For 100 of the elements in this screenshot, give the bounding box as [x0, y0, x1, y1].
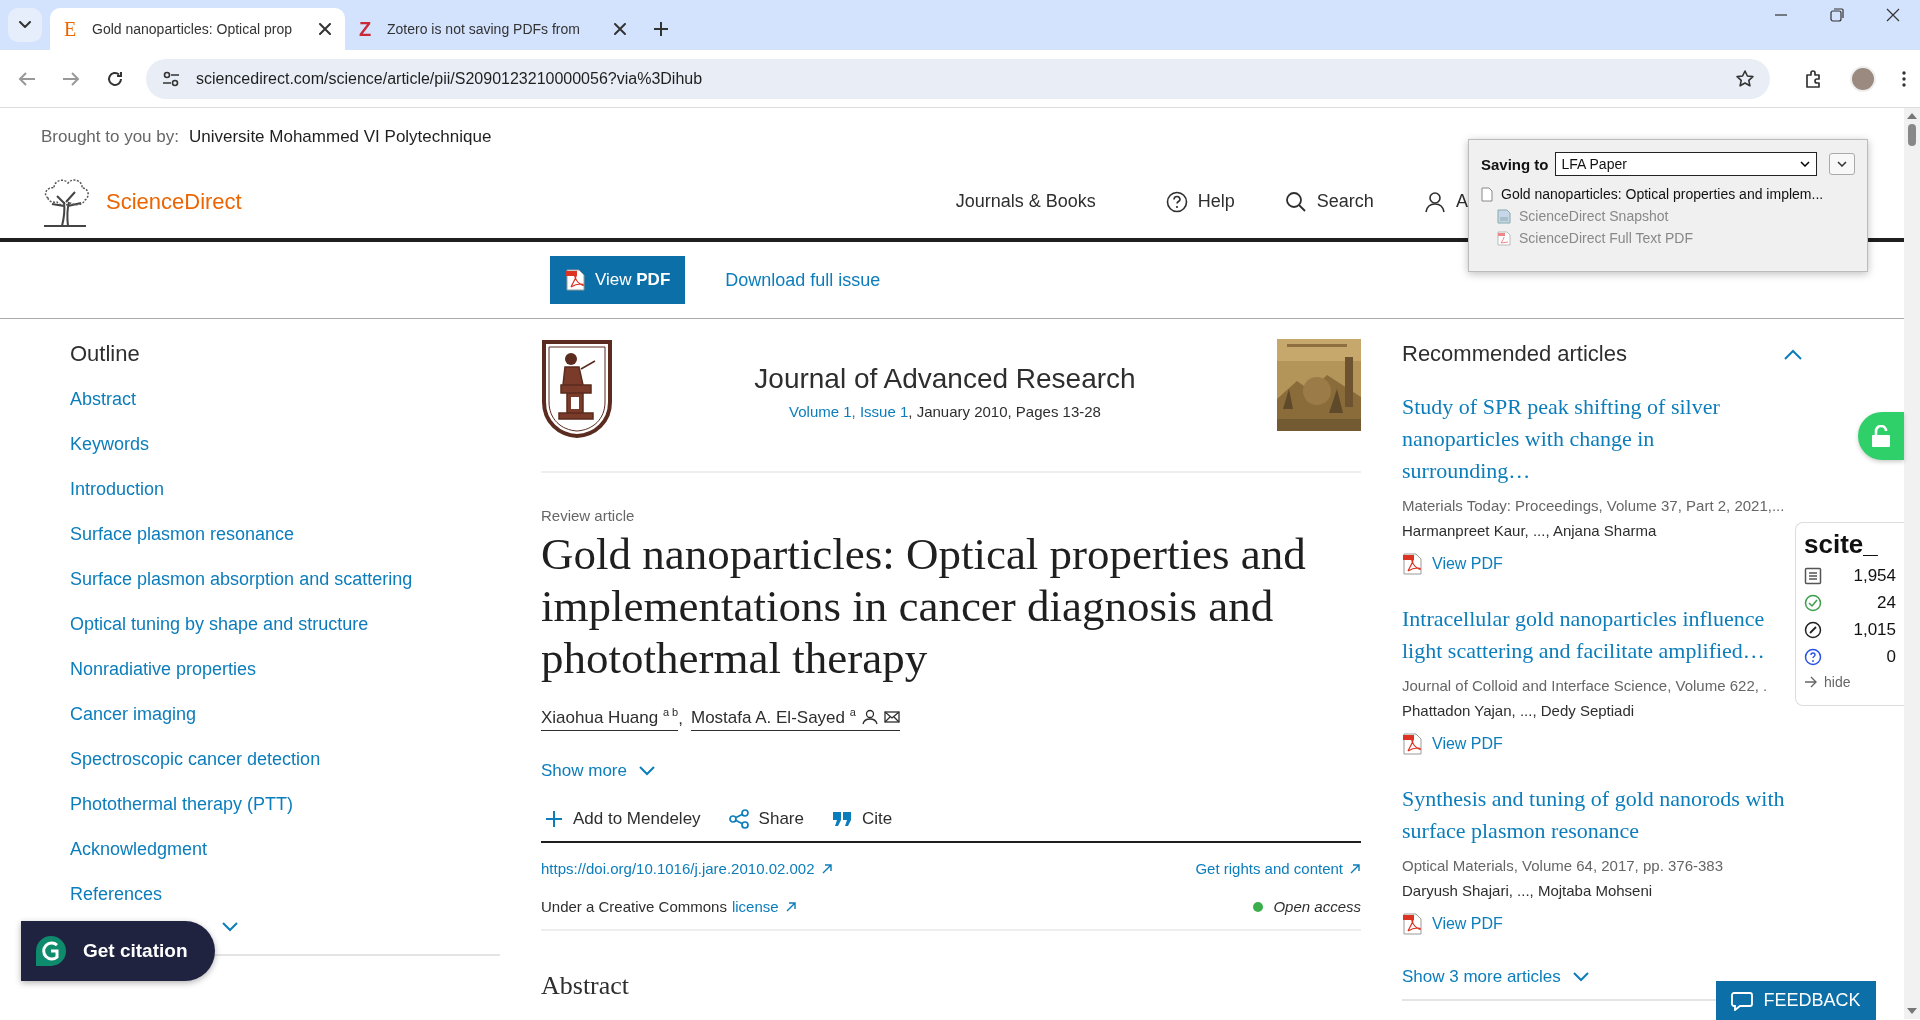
article-authors: Daryush Shajari, ..., Mojtaba Mohseni [1402, 882, 1653, 899]
article-source: Optical Materials, Volume 64, 2017, pp. 376-383 [1402, 857, 1724, 874]
browser-tab[interactable]: Z Zotero is not saving PDFs from [345, 8, 640, 50]
view-pdf-link[interactable]: View PDF [1402, 913, 1503, 935]
unlocked-padlock-icon [1871, 425, 1891, 447]
menu-icon[interactable] [1902, 70, 1906, 87]
document-icon [1804, 567, 1822, 585]
scrollbar[interactable] [1904, 108, 1920, 1019]
outline-link[interactable]: Keywords [70, 433, 500, 455]
outline-link[interactable]: Surface plasmon resonance [70, 523, 500, 545]
tab-search-button[interactable] [8, 8, 42, 42]
sciencedirect-logo[interactable]: ScienceDirect [106, 188, 242, 215]
download-link[interactable]: Download full issue [725, 269, 881, 291]
article-link[interactable]: Study of SPR peak shifting of silver nanoparticles with change in surrounding… [1402, 391, 1787, 487]
outline-link[interactable]: Abstract [70, 388, 500, 410]
attachment-label: ScienceDirect Snapshot [1519, 208, 1669, 224]
license-link[interactable]: license [731, 898, 797, 916]
pdf-icon [1402, 553, 1422, 575]
author-link[interactable]: Xiaohua Huang $^{a b}$ [541, 706, 679, 731]
get-citation-button[interactable]: Get citation [21, 921, 215, 981]
view-pdf-link[interactable]: View PDF [1402, 553, 1503, 575]
caret-icon [1837, 161, 1847, 167]
metric-count: 0 [1886, 647, 1896, 667]
tab-title: Zotero is not saving PDFs from [387, 21, 581, 37]
recommended-title: Recommended articles [1402, 341, 1627, 367]
issue-info: , January 2010, Pages 13-28 [908, 403, 1101, 420]
status-dot [1253, 901, 1264, 912]
outline-link[interactable]: Nonradiative properties [70, 658, 500, 680]
document-icon [1481, 186, 1493, 202]
attachment-label: ScienceDirect Full Text PDF [1519, 230, 1693, 246]
author-separator: , [678, 708, 683, 730]
article-authors: Phattadon Yajan, ..., Dedy Septiadi [1402, 702, 1635, 719]
address-bar[interactable]: sciencedirect.com/science/article/pii/S2090123210000056?via%3Dihub [146, 58, 1770, 99]
metric-count: 24 [1877, 593, 1896, 613]
pdf-icon [1402, 913, 1422, 935]
action-button[interactable]: Share [724, 808, 808, 829]
nav-link[interactable]: Journals & Books [955, 190, 1096, 213]
snapshot-icon [1497, 208, 1511, 224]
institution-name: Universite Mohammed VI Polytechnique [189, 126, 492, 147]
saving-to-label: Saving to [1481, 155, 1549, 173]
g-logo-icon [35, 935, 67, 967]
close-icon[interactable] [614, 23, 626, 35]
nav-link[interactable]: Search [1284, 190, 1374, 213]
chevron-down-icon [1572, 972, 1589, 982]
back-icon[interactable] [18, 70, 36, 87]
show-more-articles-link[interactable]: Show 3 more articles [1402, 967, 1589, 987]
outline-link[interactable]: Spectroscopic cancer detection [70, 748, 500, 770]
outline-link[interactable]: Cancer imaging [70, 703, 500, 725]
restore-icon[interactable] [1830, 8, 1844, 22]
doi-link[interactable]: https://doi.org/10.1016/j.jare.2010.02.002 [541, 860, 833, 878]
browser-tab[interactable]: E Gold nanoparticles: Optical prop [50, 8, 345, 50]
bookmark-star-icon[interactable] [1736, 69, 1754, 88]
outline-link[interactable]: Introduction [70, 478, 500, 500]
outline-link[interactable]: Surface plasmon absorption and scattering [70, 568, 500, 590]
author-link[interactable]: Mostafa A. El-Sayed $^{a}$ [690, 706, 900, 731]
nav-link[interactable]: A [1423, 190, 1468, 213]
nav-link[interactable]: Help [1165, 190, 1235, 213]
chevron-down-icon[interactable] [222, 922, 238, 932]
close-icon[interactable] [319, 23, 331, 35]
question-circle-icon [1804, 648, 1822, 666]
forward-icon[interactable] [62, 70, 80, 87]
reload-icon[interactable] [106, 69, 124, 88]
journal-logo[interactable] [541, 339, 613, 439]
pdf-icon [1497, 230, 1511, 246]
article-link[interactable]: Synthesis and tuning of gold nanorods with surface plasmon resonance [1402, 783, 1787, 847]
url-text: sciencedirect.com/science/article/pii/S2090123210000056?via%3Dihub [196, 69, 704, 88]
view-pdf-button[interactable]: View PDF [550, 256, 686, 304]
close-icon[interactable] [1886, 8, 1900, 22]
article-source: Journal of Colloid and Interface Science, Volume 622, . [1402, 677, 1768, 694]
show-more-link[interactable]: Show more [541, 760, 655, 781]
outline-link[interactable]: Photothermal therapy (PTT) [70, 793, 500, 815]
pdf-icon [1402, 733, 1422, 755]
person-icon [1423, 190, 1446, 213]
outline-link[interactable]: Acknowledgment [70, 838, 500, 860]
pdf-icon [565, 269, 585, 291]
outline-link[interactable]: References [70, 883, 500, 905]
new-tab-icon[interactable] [654, 22, 668, 36]
action-button[interactable]: Cite [827, 808, 897, 829]
outline-link[interactable]: Optical tuning by shape and structure [70, 613, 500, 635]
collection-dropdown[interactable]: LFA Paper [1554, 152, 1817, 176]
article-source: Materials Today: Proceedings, Volume 37, Part 2, 2021,... [1402, 497, 1785, 514]
expand-button[interactable] [1829, 153, 1855, 175]
hide-link[interactable]: hide [1804, 674, 1896, 690]
article-title: Gold nanoparticles: Optical properties and implementations in cancer diagnosis and photothermal therapy [541, 528, 1307, 684]
tab-title: Gold nanoparticles: Optical prop [92, 21, 293, 37]
mail-icon [883, 709, 900, 724]
action-button[interactable]: Add to Mendeley [541, 808, 705, 829]
article-authors: Harmanpreet Kaur, ..., Anjana Sharma [1402, 522, 1657, 539]
section-heading: Abstract [541, 970, 631, 1001]
journal-title[interactable]: Journal of Advanced Research [754, 363, 1136, 395]
article-link[interactable]: Intracellular gold nanoparticles influence light scattering and facilitate amplified… [1402, 603, 1787, 667]
view-pdf-link[interactable]: View PDF [1402, 733, 1503, 755]
caret-icon [1800, 161, 1810, 167]
rights-link[interactable]: Get rights and content [1195, 860, 1361, 878]
saved-item-title: Gold nanoparticles: Optical properties and implem... [1501, 186, 1824, 202]
article-type: Review article [541, 507, 636, 524]
feedback-button[interactable]: FEEDBACK [1716, 981, 1876, 1020]
chevron-up-icon[interactable] [1784, 348, 1802, 360]
avatar-icon[interactable] [1850, 65, 1876, 92]
site-settings-icon[interactable] [162, 70, 180, 87]
